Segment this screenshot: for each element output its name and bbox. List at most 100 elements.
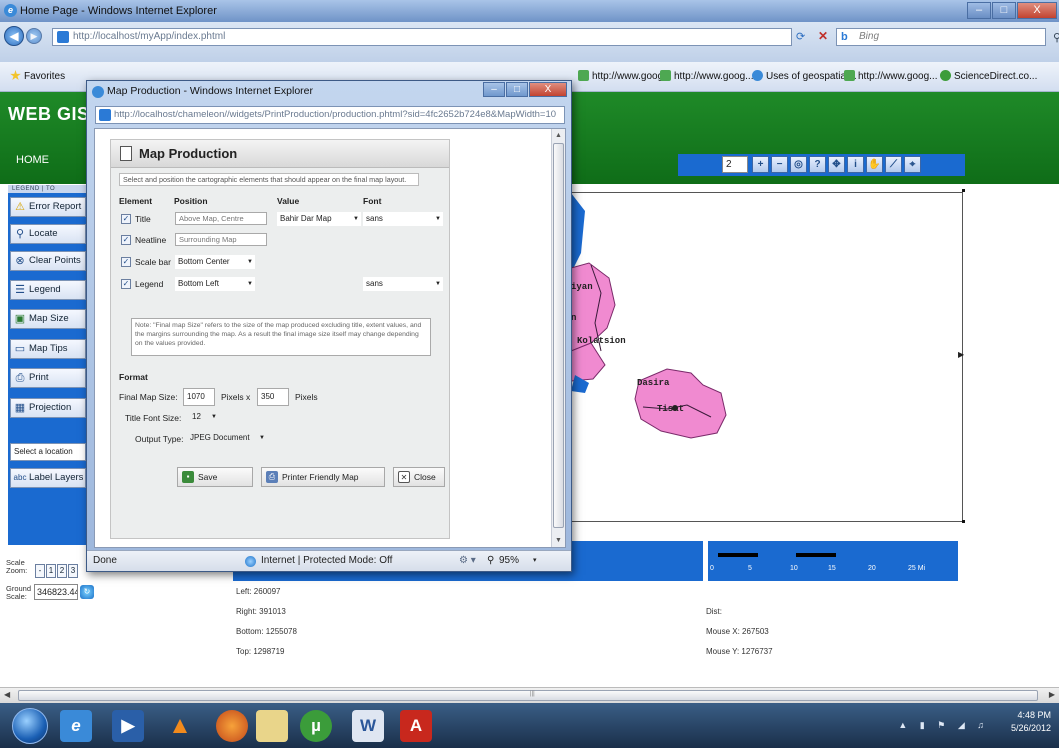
scroll-up-icon[interactable]: ▲ (555, 132, 562, 139)
title-font-select[interactable]: sans (363, 212, 443, 226)
zoom-step-button[interactable]: - (35, 564, 45, 578)
popup-vertical-scrollbar[interactable]: ▲ ▼ (551, 129, 565, 547)
scroll-down-icon[interactable]: ▼ (555, 537, 562, 544)
clear-points-button[interactable]: ⊗ Clear Points (10, 251, 86, 271)
select-location-dropdown[interactable]: Select a location (10, 443, 86, 461)
scroll-left-icon[interactable]: ◀ (4, 690, 10, 699)
title-checkbox[interactable]: ✓ (121, 214, 131, 224)
select-icon[interactable]: ⌖ (904, 156, 921, 173)
title-position-field[interactable]: Above Map, Centre (175, 212, 267, 225)
error-report-button[interactable]: ⚠ Error Report (10, 197, 86, 217)
zoom-in-icon[interactable]: + (752, 156, 769, 173)
extent-left: Left: 260097 (236, 587, 281, 596)
zoom-out-icon[interactable]: − (771, 156, 788, 173)
apply-scale-icon[interactable]: ↻ (80, 585, 94, 599)
locate-button[interactable]: ⚲ Locate (10, 224, 86, 244)
address-bar[interactable]: http://localhost/myApp/index.phtml (52, 28, 792, 46)
ie-icon: e (4, 4, 17, 17)
save-button[interactable]: ▪ Save (177, 467, 253, 487)
zoom-step-button[interactable]: 3 (68, 564, 78, 578)
zoom-step-button[interactable]: 1 (46, 564, 56, 578)
maximize-button[interactable]: □ (992, 2, 1016, 19)
ie-icon[interactable]: e (60, 710, 92, 742)
map-tips-button[interactable]: ▭ Map Tips (10, 339, 86, 359)
legend-font-select[interactable]: sans (363, 277, 443, 291)
start-button[interactable] (12, 708, 48, 744)
protected-mode-icon[interactable]: ⚙ ▾ (459, 551, 476, 571)
forward-button[interactable]: ▶ (26, 28, 42, 44)
identify-icon[interactable]: i (847, 156, 864, 173)
map-corner-handle[interactable] (962, 189, 965, 192)
favorites-button[interactable]: Favorites (10, 70, 65, 82)
print-button[interactable]: ⎙ Print (10, 368, 86, 388)
popup-close-button[interactable]: X (529, 82, 567, 97)
popup-address-bar[interactable]: http://localhost/chameleon//widgets/Prin… (95, 106, 565, 124)
legend-tabs[interactable]: LEGEND | TO (8, 185, 88, 193)
vlc-icon[interactable]: ▲ (164, 710, 196, 742)
scroll-grip-icon: ||| (530, 691, 535, 697)
search-input[interactable]: b Bing ⚲ (836, 28, 1059, 46)
scroll-thumb[interactable] (18, 690, 1038, 701)
popup-scroll-thumb[interactable] (553, 143, 564, 528)
stop-icon[interactable]: ✕ (818, 29, 828, 43)
search-icon[interactable]: ⚲ (1053, 30, 1059, 46)
scale-bar-position-select[interactable]: Bottom Center (175, 255, 255, 269)
popup-maximize-button[interactable]: □ (506, 82, 528, 97)
legend-position-select[interactable]: Bottom Left (175, 277, 255, 291)
zoom-level-input[interactable]: 2 (722, 156, 748, 173)
legend-checkbox[interactable]: ✓ (121, 279, 131, 289)
pan-icon[interactable]: ✥ (828, 156, 845, 173)
word-icon[interactable]: W (352, 710, 384, 742)
ground-scale-input[interactable]: 346823.445 (34, 584, 78, 600)
favorite-link[interactable]: http://www.goog... (660, 70, 754, 82)
favorite-link[interactable]: http://www.goog... (578, 70, 672, 82)
horizontal-scrollbar[interactable]: ◀ ||| ▶ (0, 687, 1059, 703)
zoom-step-button[interactable]: 2 (57, 564, 67, 578)
printer-friendly-button[interactable]: ⎙ Printer Friendly Map (261, 467, 385, 487)
map-pan-right-icon[interactable]: ▶ (958, 350, 964, 359)
acrobat-icon[interactable]: A (400, 710, 432, 742)
folder-icon[interactable] (256, 710, 288, 742)
favorite-link[interactable]: Uses of geospatial... (752, 70, 857, 82)
hand-icon[interactable]: ✋ (866, 156, 883, 173)
label-layers-label: Label Layers (29, 472, 84, 483)
close-button[interactable]: X (1017, 2, 1057, 19)
zoom-icon[interactable]: ⚲ (487, 551, 494, 571)
scale-zoom-label: Scale Zoom: (6, 558, 28, 575)
title-value-field[interactable]: Bahir Dar Map (277, 212, 361, 226)
zoom-full-icon[interactable]: ◎ (790, 156, 807, 173)
projection-button[interactable]: ▦ Projection (10, 398, 86, 418)
zoom-level[interactable]: 95% (499, 551, 519, 571)
map-corner-handle[interactable] (962, 520, 965, 523)
map-height-input[interactable]: 350 (257, 388, 289, 406)
refresh-icon[interactable]: ⟳ (796, 30, 805, 43)
firefox-icon[interactable] (216, 710, 248, 742)
legend-button[interactable]: ☰ Legend (10, 280, 86, 300)
map-width-input[interactable]: 1070 (183, 388, 215, 406)
favorite-link[interactable]: ScienceDirect.co... (940, 70, 1037, 82)
close-panel-button[interactable]: ✕ Close (393, 467, 445, 487)
neatline-checkbox[interactable]: ✓ (121, 235, 131, 245)
favorite-link[interactable]: http://www.goog... (844, 70, 938, 82)
popup-minimize-button[interactable]: – (483, 82, 505, 97)
query-icon[interactable]: ? (809, 156, 826, 173)
title-font-size-select[interactable]: 12 (189, 410, 219, 424)
label-layers-button[interactable]: abc Label Layers (10, 468, 86, 488)
scroll-right-icon[interactable]: ▶ (1049, 690, 1055, 699)
zoom-dropdown-icon[interactable]: ▾ (533, 551, 537, 571)
minimize-button[interactable]: – (967, 2, 991, 19)
utorrent-icon[interactable]: µ (300, 710, 332, 742)
clock[interactable]: 4:48 PM 5/26/2012 (1011, 709, 1051, 735)
output-type-select[interactable]: JPEG Document (187, 431, 267, 445)
map-view[interactable]: iyan n Kolatsion Dasira Tisat (570, 192, 963, 522)
measure-icon[interactable]: ⟋ (885, 156, 902, 173)
title-element-label: Title (135, 214, 151, 224)
neatline-position-field[interactable]: Surrounding Map (175, 233, 267, 246)
tray-icons[interactable]: ▲ ▮ ⚑ ◢ ♫ (898, 720, 989, 731)
back-button[interactable]: ◀ (4, 26, 24, 46)
left-panel: LEGEND | TO ⚠ Error Report ⚲ Locate ⊗ Clear… (8, 185, 88, 545)
home-link[interactable]: HOME (16, 154, 49, 166)
scale-bar-checkbox[interactable]: ✓ (121, 257, 131, 267)
media-player-icon[interactable]: ▶ (112, 710, 144, 742)
map-size-button[interactable]: ▣ Map Size (10, 309, 86, 329)
